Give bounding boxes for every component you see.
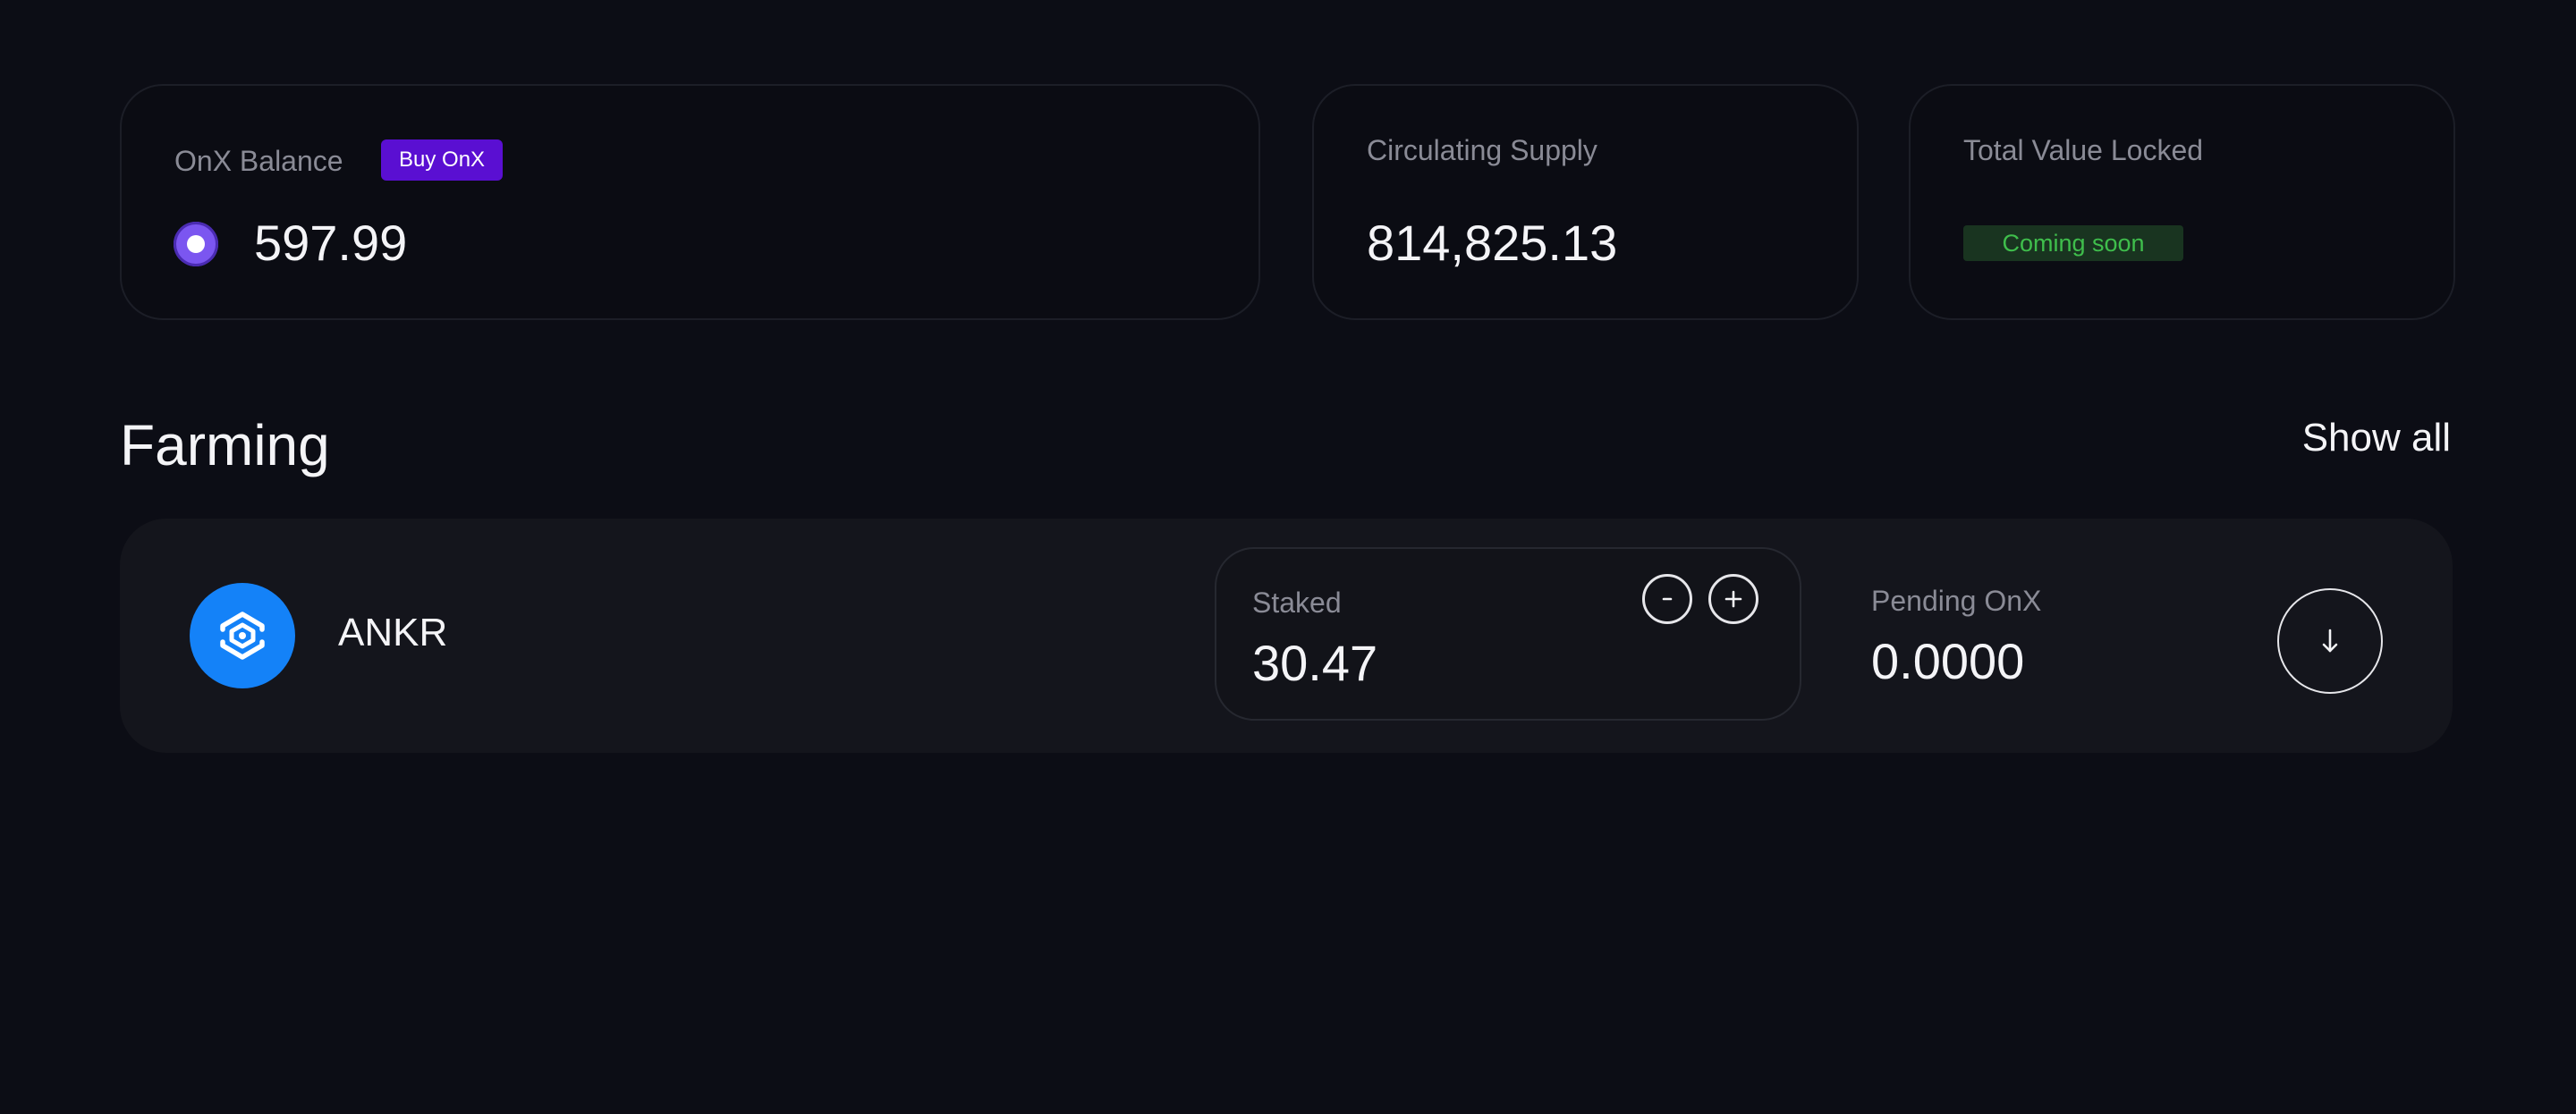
staked-value: 30.47 <box>1252 635 1378 691</box>
plus-icon <box>1724 590 1742 608</box>
total-value-locked-label: Total Value Locked <box>1963 134 2204 166</box>
onx-balance-label: OnX Balance <box>174 145 343 177</box>
onx-balance-card: OnX Balance Buy OnX 597.99 <box>120 84 1260 320</box>
minus-icon <box>1662 597 1673 601</box>
staked-label: Staked <box>1252 587 1342 619</box>
arrow-down-icon <box>2322 629 2338 653</box>
circulating-supply-label: Circulating Supply <box>1367 134 1597 166</box>
pending-onx-value: 0.0000 <box>1871 633 2025 689</box>
pending-onx-label: Pending OnX <box>1871 585 2042 617</box>
ankr-logo-icon <box>190 583 295 688</box>
ankr-logo-glyph <box>220 612 265 660</box>
pool-token-name: ANKR <box>338 611 448 654</box>
staked-panel: Staked 30.47 <box>1215 547 1801 721</box>
show-all-link[interactable]: Show all <box>2302 418 2451 458</box>
stake-plus-button[interactable] <box>1708 574 1758 624</box>
unstake-minus-button[interactable] <box>1642 574 1692 624</box>
total-value-locked-card: Total Value Locked Coming soon <box>1909 84 2455 320</box>
harvest-button[interactable] <box>2277 588 2383 694</box>
circulating-supply-card: Circulating Supply 814,825.13 <box>1312 84 1859 320</box>
coming-soon-badge: Coming soon <box>1963 225 2183 261</box>
circulating-supply-value: 814,825.13 <box>1367 215 1618 271</box>
buy-onx-button[interactable]: Buy OnX <box>381 139 504 181</box>
farm-row-ankr: ANKR Staked 30.47 Pending OnX 0.0000 <box>120 519 2453 753</box>
farming-title: Farming <box>120 413 330 477</box>
onx-coin-icon <box>174 222 218 266</box>
dashboard-page: OnX Balance Buy OnX 597.99 Circulating S… <box>0 0 2576 1114</box>
onx-balance-value: 597.99 <box>254 215 408 271</box>
